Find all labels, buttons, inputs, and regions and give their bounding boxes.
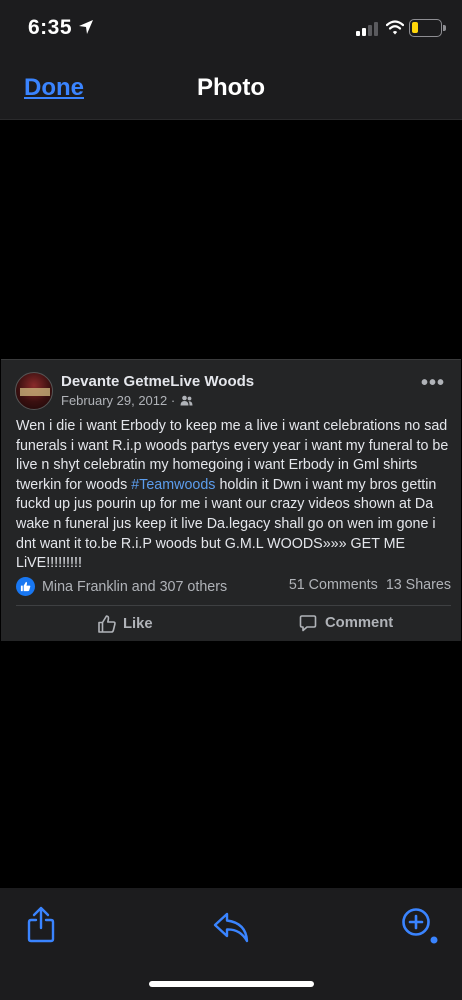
like-label: Like: [123, 616, 153, 632]
comment-button[interactable]: Comment: [299, 614, 393, 632]
comment-label: Comment: [325, 615, 394, 631]
nav-title: Photo: [197, 74, 265, 101]
post-meta: February 29, 2012 ·: [61, 393, 193, 408]
zoom-in-icon[interactable]: [400, 906, 440, 946]
thumbs-up-icon: [98, 615, 116, 633]
comment-icon: [299, 615, 317, 632]
battery-icon: [409, 19, 446, 37]
status-bar: 6:35: [0, 0, 462, 60]
status-time: 6:35: [28, 16, 73, 39]
like-reaction-icon: [16, 577, 35, 596]
engagement-counts: 51 Comments 13 Shares: [289, 577, 451, 593]
location-arrow-icon: [79, 20, 93, 34]
reactions-summary[interactable]: Mina Franklin and 307 others: [16, 577, 227, 596]
hashtag-link[interactable]: #Teamwoods: [131, 477, 215, 493]
friends-icon: [180, 395, 193, 406]
post-author[interactable]: Devante GetmeLive Woods: [61, 373, 254, 390]
home-indicator[interactable]: [149, 981, 314, 987]
reply-icon[interactable]: [212, 910, 250, 944]
nav-bar: Done Photo: [0, 60, 462, 120]
reactions-text: Mina Franklin and 307 others: [42, 578, 228, 595]
post-card: Devante GetmeLive Woods February 29, 201…: [1, 359, 461, 641]
shares-count[interactable]: 13 Shares: [386, 577, 451, 593]
avatar[interactable]: [15, 372, 53, 410]
cellular-signal-icon: [356, 22, 378, 36]
divider: [16, 605, 451, 606]
comments-count[interactable]: 51 Comments: [289, 577, 378, 593]
more-options-icon[interactable]: •••: [421, 373, 445, 393]
share-icon[interactable]: [26, 906, 56, 944]
post-date[interactable]: February 29, 2012 ·: [61, 393, 175, 408]
post-text: Wen i die i want Erbody to keep me a liv…: [16, 417, 453, 574]
like-button[interactable]: Like: [97, 614, 153, 634]
wifi-icon: [386, 20, 404, 35]
